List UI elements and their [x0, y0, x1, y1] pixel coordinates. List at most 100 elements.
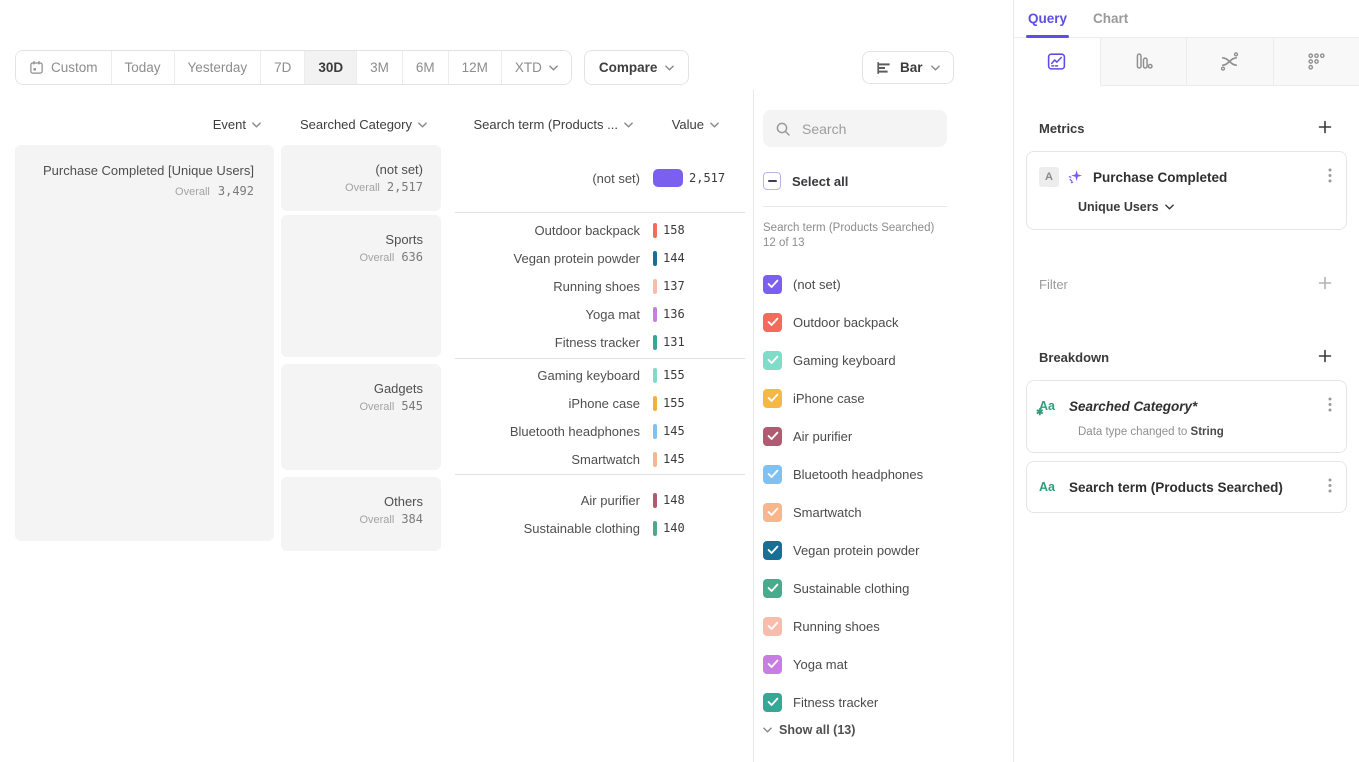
- term-label: Gaming keyboard: [455, 368, 640, 383]
- chart-groups: (not set)Overall2,517 (not set) 2,517 Sport…: [281, 145, 745, 551]
- value-number: 155: [663, 368, 685, 382]
- tab-query[interactable]: Query: [1028, 11, 1067, 37]
- filter-item[interactable]: iPhone case: [763, 379, 1013, 417]
- value-bar: [653, 396, 657, 411]
- overall-label: Overall: [175, 186, 210, 198]
- add-metric-button[interactable]: [1316, 118, 1334, 139]
- date-range-label: 6M: [416, 60, 435, 75]
- tab-chart[interactable]: Chart: [1093, 11, 1128, 37]
- value-bar: [653, 251, 657, 266]
- filter-item[interactable]: Fitness tracker: [763, 683, 1013, 721]
- metric-card[interactable]: A Purchase Completed Unique Users: [1026, 151, 1347, 230]
- report-tab-flows[interactable]: [1187, 38, 1274, 86]
- aggregation-label: Unique Users: [1078, 200, 1159, 214]
- value-number: 144: [663, 251, 685, 265]
- add-filter-button[interactable]: [1316, 274, 1334, 295]
- select-all-checkbox[interactable]: Select all: [763, 171, 1013, 191]
- term-row[interactable]: Outdoor backpack158: [455, 216, 745, 244]
- legend-item-list: (not set)Outdoor backpackGaming keyboard…: [763, 265, 1013, 721]
- breakdown-menu-button[interactable]: [1326, 395, 1334, 417]
- term-row[interactable]: Air purifier148: [455, 486, 745, 514]
- term-row[interactable]: Gaming keyboard 155: [455, 361, 745, 389]
- chart-type-button[interactable]: Bar: [862, 51, 954, 84]
- report-tab-retention[interactable]: [1274, 38, 1359, 86]
- term-row[interactable]: Vegan protein powder 144: [455, 244, 745, 272]
- date-range-30d[interactable]: 30D: [305, 51, 357, 84]
- filter-item[interactable]: Gaming keyboard: [763, 341, 1013, 379]
- overall-label: Overall: [359, 401, 394, 413]
- filter-item[interactable]: Bluetooth headphones: [763, 455, 1013, 493]
- aggregation-dropdown[interactable]: Unique Users: [1078, 200, 1334, 214]
- filter-item-label: iPhone case: [793, 391, 865, 406]
- overall-value: 3,492: [218, 184, 254, 198]
- event-card[interactable]: Purchase Completed [Unique Users] Overal…: [15, 145, 274, 541]
- report-tab-insights[interactable]: [1014, 38, 1101, 86]
- term-label: (not set): [455, 171, 640, 186]
- filter-item[interactable]: Smartwatch: [763, 493, 1013, 531]
- breakdown-card-searched-category[interactable]: Aa✱ Searched Category* Data type changed…: [1026, 380, 1347, 453]
- column-header-label: Value: [672, 117, 704, 132]
- date-range-label: Today: [125, 60, 161, 75]
- filter-item[interactable]: Sustainable clothing: [763, 569, 1013, 607]
- term-label: Sustainable clothing: [455, 521, 640, 536]
- filter-item[interactable]: (not set): [763, 265, 1013, 303]
- report-tab-funnel[interactable]: [1101, 38, 1188, 86]
- term-label: Outdoor backpack: [455, 223, 640, 238]
- term-row[interactable]: Running shoes137: [455, 272, 745, 300]
- breakdown-card-search-term[interactable]: Aa Search term (Products Searched): [1026, 461, 1347, 513]
- term-rows: (not set) 2,517: [441, 164, 745, 192]
- add-breakdown-button[interactable]: [1316, 347, 1334, 368]
- filter-item[interactable]: Running shoes: [763, 607, 1013, 645]
- category-card[interactable]: OthersOverall384: [281, 477, 441, 551]
- column-header-value[interactable]: Value: [645, 117, 719, 132]
- category-card[interactable]: GadgetsOverall545: [281, 364, 441, 470]
- date-range-label: Custom: [51, 60, 98, 75]
- term-row[interactable]: Fitness tracker131: [455, 328, 745, 356]
- value-cell: 145: [653, 424, 685, 439]
- term-row[interactable]: Bluetooth headphones145: [455, 417, 745, 445]
- value-number: 155: [663, 396, 685, 410]
- checked-checkbox-icon: [763, 655, 782, 674]
- filter-item[interactable]: Air purifier: [763, 417, 1013, 455]
- checked-checkbox-icon: [763, 465, 782, 484]
- filter-item[interactable]: Outdoor backpack: [763, 303, 1013, 341]
- value-number: 145: [663, 424, 685, 438]
- search-icon: [775, 121, 791, 137]
- column-header-searched-category[interactable]: Searched Category: [281, 117, 427, 132]
- metric-menu-button[interactable]: [1326, 166, 1334, 188]
- filter-item[interactable]: Vegan protein powder: [763, 531, 1013, 569]
- date-range-yesterday[interactable]: Yesterday: [175, 51, 262, 84]
- category-overall: Overall545: [299, 399, 423, 413]
- filter-item[interactable]: Yoga mat: [763, 645, 1013, 683]
- value-cell: 2,517: [653, 169, 725, 187]
- legend-search[interactable]: [763, 110, 947, 147]
- checked-checkbox-icon: [763, 389, 782, 408]
- show-all-button[interactable]: Show all (13): [763, 723, 1013, 737]
- term-row[interactable]: Sustainable clothing140: [455, 514, 745, 542]
- term-row[interactable]: Yoga mat136: [455, 300, 745, 328]
- search-input[interactable]: [800, 120, 935, 138]
- checked-checkbox-icon: [763, 351, 782, 370]
- breakdown-menu-button[interactable]: [1326, 476, 1334, 498]
- date-range-6m[interactable]: 6M: [403, 51, 449, 84]
- category-card[interactable]: SportsOverall636: [281, 215, 441, 357]
- term-label: Vegan protein powder: [455, 251, 640, 266]
- query-panel-tabs: Query Chart: [1014, 0, 1359, 38]
- date-range-3m[interactable]: 3M: [357, 51, 403, 84]
- date-range-7d[interactable]: 7D: [261, 51, 305, 84]
- date-range-12m[interactable]: 12M: [449, 51, 502, 84]
- date-range-xtd[interactable]: XTD: [502, 51, 571, 84]
- date-range-today[interactable]: Today: [112, 51, 175, 84]
- term-row[interactable]: (not set) 2,517: [455, 164, 745, 192]
- term-row[interactable]: iPhone case155: [455, 389, 745, 417]
- date-range-custom[interactable]: Custom: [16, 51, 112, 84]
- term-row[interactable]: Smartwatch145: [455, 445, 745, 473]
- term-label: Fitness tracker: [455, 335, 640, 350]
- compare-button[interactable]: Compare: [584, 50, 690, 85]
- filter-title: Filter: [1039, 277, 1068, 292]
- date-range-label: Yesterday: [188, 60, 248, 75]
- filter-item-label: Running shoes: [793, 619, 880, 634]
- column-header-event[interactable]: Event: [15, 117, 261, 132]
- column-header-search-term[interactable]: Search term (Products ...: [455, 117, 633, 132]
- category-card[interactable]: (not set)Overall2,517: [281, 145, 441, 211]
